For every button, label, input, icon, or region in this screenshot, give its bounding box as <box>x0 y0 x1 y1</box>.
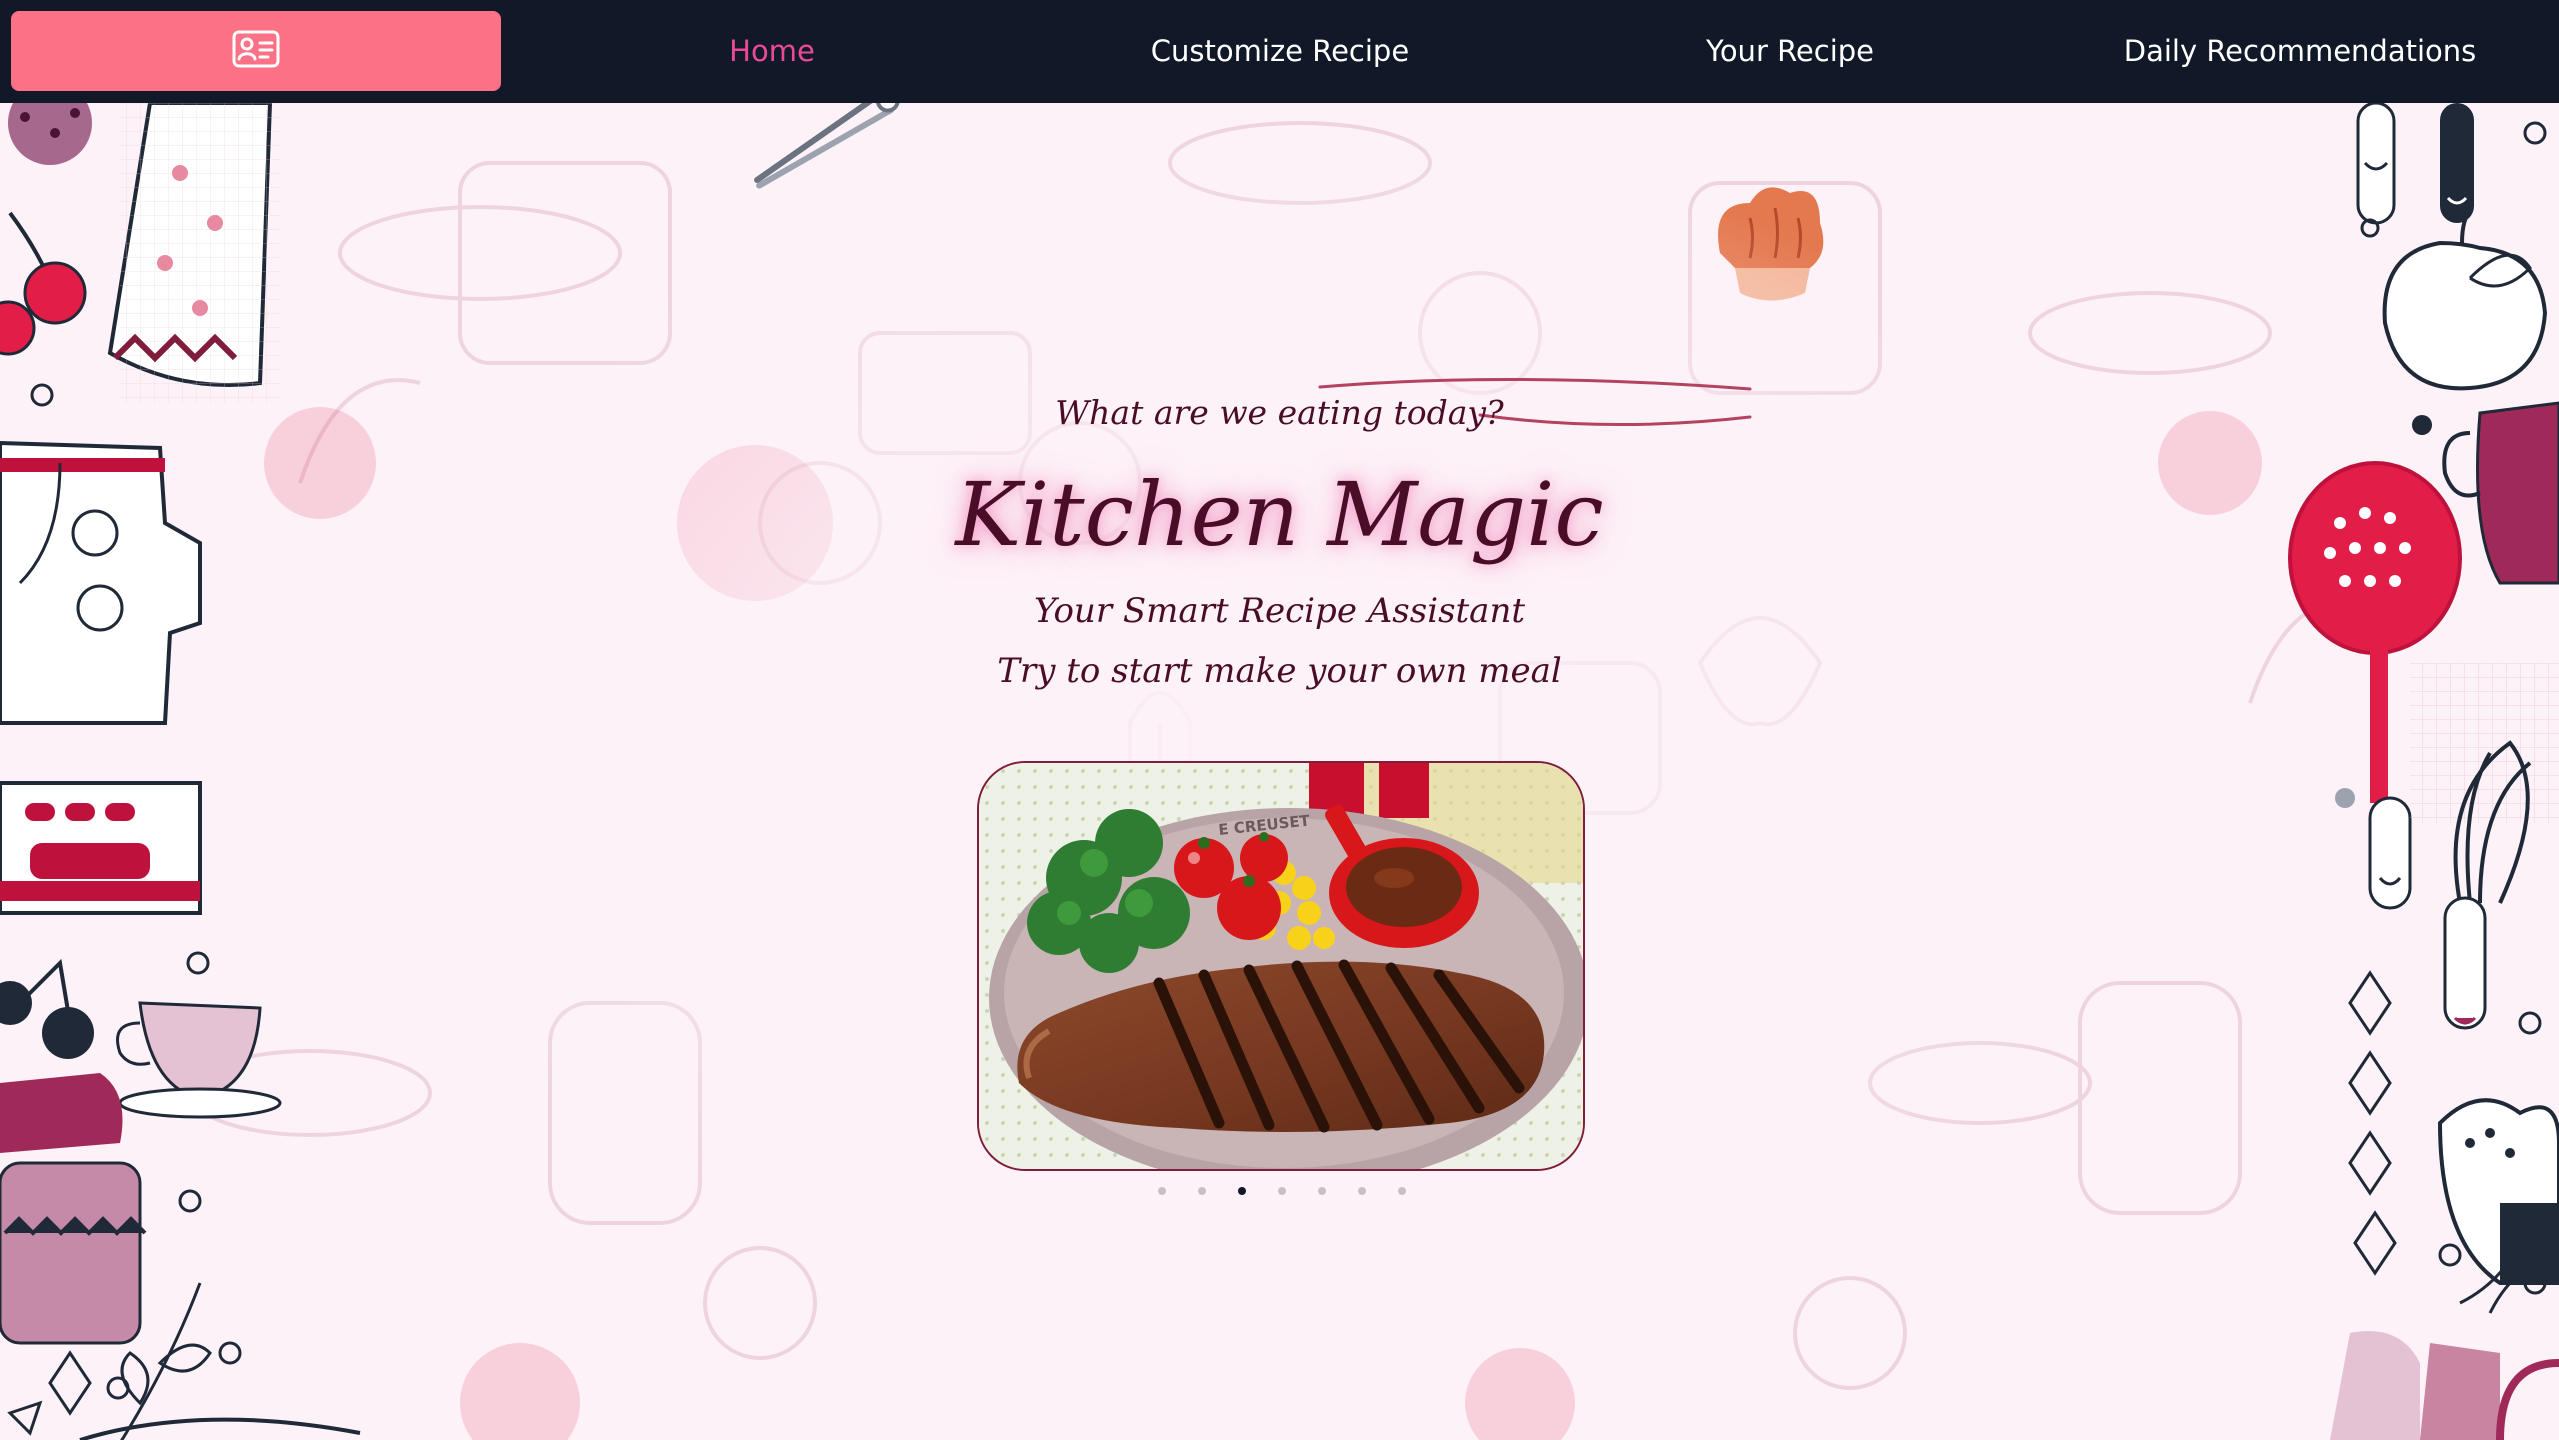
hero-tagline: What are we eating today? <box>1055 393 1504 432</box>
carousel-dot[interactable] <box>1278 1187 1286 1195</box>
hero-cta-text: Try to start make your own meal <box>997 651 1562 691</box>
carousel-dot[interactable] <box>1158 1187 1166 1195</box>
page: Home Customize Recipe Your Recipe Daily … <box>0 0 2559 1440</box>
carousel-dot[interactable] <box>1398 1187 1406 1195</box>
recipe-image-carousel[interactable]: E CREUSET <box>977 761 1585 1171</box>
hero-section: What are we eating today? Kitchen Magic … <box>0 103 2559 1440</box>
logo-button[interactable] <box>11 11 501 91</box>
nav-link-your-recipe[interactable]: Your Recipe <box>1640 0 1940 103</box>
steak-plate-image: E CREUSET <box>979 763 1583 1169</box>
nav-link-customize-recipe[interactable]: Customize Recipe <box>1130 0 1430 103</box>
carousel-indicators <box>1150 1183 1410 1199</box>
carousel-dot[interactable] <box>1358 1187 1366 1195</box>
nav-link-daily-recommendations[interactable]: Daily Recommendations <box>2100 0 2500 103</box>
carousel-dot[interactable] <box>1198 1187 1206 1195</box>
navbar: Home Customize Recipe Your Recipe Daily … <box>0 0 2559 103</box>
hero-title: Kitchen Magic <box>955 463 1604 566</box>
carousel-dot[interactable] <box>1318 1187 1326 1195</box>
carousel-dot[interactable] <box>1238 1187 1246 1195</box>
nav-link-home[interactable]: Home <box>672 0 872 103</box>
id-card-icon <box>232 30 280 72</box>
hero-subtitle: Your Smart Recipe Assistant <box>1033 591 1526 631</box>
